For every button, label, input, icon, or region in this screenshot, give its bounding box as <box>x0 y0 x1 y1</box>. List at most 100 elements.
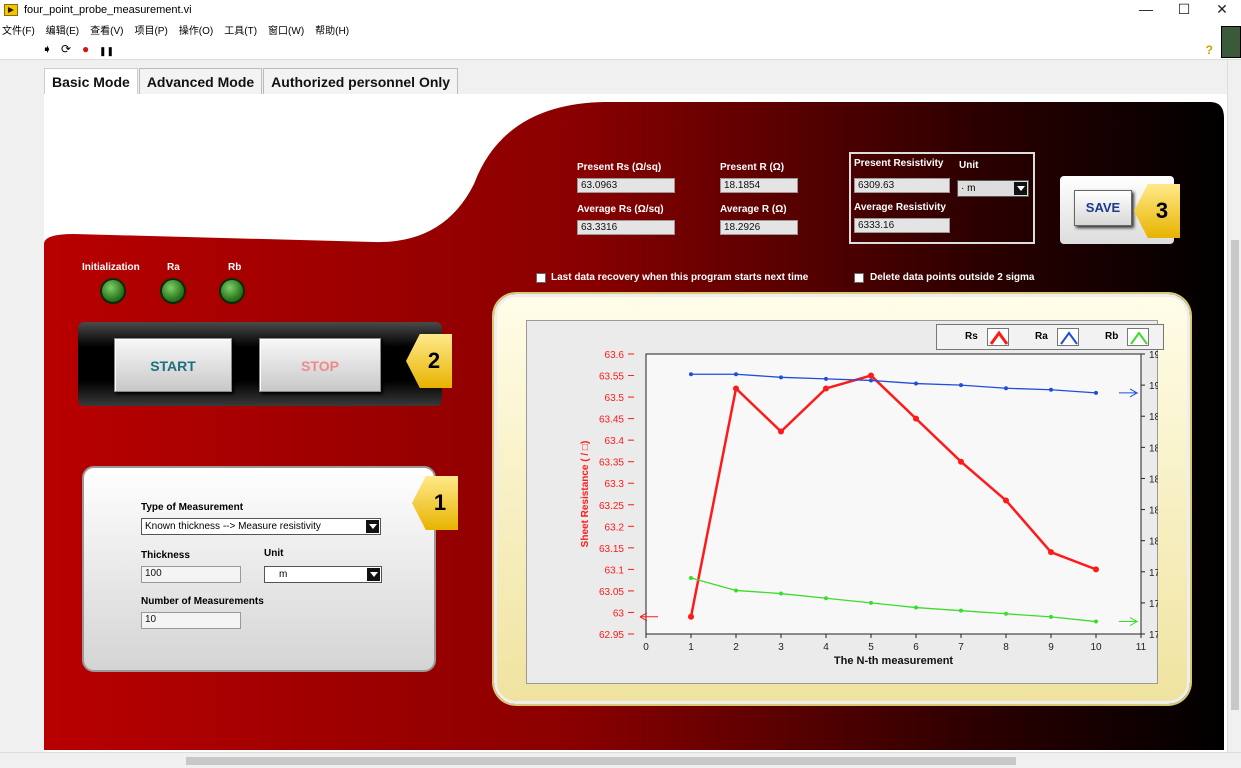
x-tick-label: 9 <box>1048 642 1054 653</box>
menu-help[interactable]: 帮助(H) <box>315 22 349 37</box>
thickness-label: Thickness <box>141 550 190 561</box>
chevron-down-icon <box>366 520 379 533</box>
x-tick-label: 0 <box>643 642 649 653</box>
labview-vi-icon <box>4 4 18 16</box>
point-rs <box>958 458 964 465</box>
point-rs <box>823 385 829 392</box>
x-tick-label: 11 <box>1136 642 1147 653</box>
y-left-tick-label: 63.4 <box>605 436 625 447</box>
point-ra <box>914 381 918 386</box>
point-rs <box>778 428 784 435</box>
menu-edit[interactable]: 编辑(E) <box>46 22 79 37</box>
menu-window[interactable]: 窗口(W) <box>268 22 304 37</box>
thickness-unit-select[interactable]: m <box>264 566 382 583</box>
pause-icon[interactable]: ❚❚ <box>99 44 114 58</box>
point-rb <box>914 605 918 610</box>
point-rb <box>869 600 873 605</box>
menu-operate[interactable]: 操作(O) <box>179 22 213 37</box>
resistivity-unit-select[interactable]: · m <box>957 180 1029 197</box>
point-rs <box>1093 566 1099 573</box>
menu-file[interactable]: 文件(F) <box>2 22 35 37</box>
run-arrow-icon[interactable]: ➧ <box>42 42 52 56</box>
x-tick-label: 8 <box>1003 642 1009 653</box>
average-r-value: 18.2926 <box>720 220 798 235</box>
resistance-chart[interactable]: 0 1 2 3 4 5 6 7 8 9 10 11 63.6 63.55 63.5 63.45 63.4 63.3… <box>526 344 1158 684</box>
legend-ra-label: Ra <box>1035 331 1048 342</box>
thickness-input[interactable]: 100 <box>141 566 241 583</box>
point-rb <box>734 588 738 593</box>
measurement-settings-panel: Type of Measurement Known thickness --> … <box>82 466 436 672</box>
point-ra <box>1004 386 1008 391</box>
point-ra <box>959 383 963 388</box>
x-tick-label: 7 <box>958 642 964 653</box>
menu-tools[interactable]: 工具(T) <box>224 22 257 37</box>
start-button[interactable]: START <box>114 338 232 392</box>
thickness-unit-label: Unit <box>264 548 284 559</box>
y-right-tick-label: 19 <box>1149 381 1158 392</box>
delete-outliers-checkbox[interactable] <box>854 273 864 283</box>
point-rb <box>1094 619 1098 624</box>
present-resistivity-label: Present Resistivity <box>854 158 944 169</box>
tab-advanced-mode[interactable]: Advanced Mode <box>138 68 263 94</box>
y-right-tick-label: 18.2 <box>1149 506 1158 517</box>
type-of-measurement-value: Known thickness --> Measure resistivity <box>145 521 321 532</box>
present-r-value: 18.1854 <box>720 178 798 193</box>
chevron-down-icon <box>367 568 380 581</box>
type-of-measurement-label: Type of Measurement <box>141 502 244 513</box>
y-right-tick-label: 19.2 <box>1149 350 1158 361</box>
tab-basic-mode[interactable]: Basic Mode <box>44 68 138 96</box>
save-button[interactable]: SAVE <box>1074 190 1132 226</box>
y-right-tick-label: 17.4 <box>1149 630 1158 641</box>
point-rs <box>1048 549 1054 556</box>
point-ra <box>689 372 693 377</box>
y-left-tick-label: 63.35 <box>599 458 624 469</box>
horizontal-scroll-thumb[interactable] <box>186 757 1016 765</box>
menu-view[interactable]: 查看(V) <box>90 22 123 37</box>
resistivity-unit-value: · m <box>961 183 976 194</box>
average-rs-value: 63.3316 <box>577 220 675 235</box>
maximize-button[interactable]: ☐ <box>1165 0 1203 20</box>
run-continuously-icon[interactable]: ⟳ <box>61 42 71 56</box>
y-left-tick-label: 63.15 <box>599 544 624 555</box>
point-rb <box>1004 611 1008 616</box>
y-right-tick-label: 18 <box>1149 537 1158 548</box>
point-rb <box>824 596 828 601</box>
chevron-down-icon <box>1014 182 1027 195</box>
y-left-tick-label: 63.5 <box>605 393 625 404</box>
point-rb <box>959 608 963 613</box>
vertical-scrollbar[interactable] <box>1227 60 1241 752</box>
unit-label: Unit <box>959 160 979 171</box>
number-of-measurements-label: Number of Measurements <box>141 596 264 607</box>
rb-led <box>219 278 245 304</box>
average-resistivity-label: Average Resistivity <box>854 202 946 213</box>
abort-icon[interactable]: ● <box>82 42 89 56</box>
resistivity-box: Present Resistivity Unit 6309.63 · m Ave… <box>849 152 1035 244</box>
vertical-scroll-thumb[interactable] <box>1231 240 1239 710</box>
help-icon[interactable]: ? <box>1206 43 1213 57</box>
point-ra <box>824 376 828 381</box>
stop-button[interactable]: STOP <box>259 338 381 392</box>
x-tick-label: 2 <box>733 642 739 653</box>
average-rs-label: Average Rs (Ω/sq) <box>577 204 664 215</box>
close-button[interactable]: ✕ <box>1203 0 1241 20</box>
tab-authorized-only[interactable]: Authorized personnel Only <box>263 68 459 94</box>
menu-project[interactable]: 项目(P) <box>134 22 167 37</box>
x-tick-label: 5 <box>868 642 874 653</box>
point-ra <box>734 372 738 377</box>
legend-rs-label: Rs <box>965 331 978 342</box>
number-of-measurements-input[interactable]: 10 <box>141 612 241 629</box>
x-tick-label: 10 <box>1090 642 1102 653</box>
point-rb <box>689 576 693 580</box>
present-rs-value: 63.0963 <box>577 178 675 193</box>
type-of-measurement-select[interactable]: Known thickness --> Measure resistivity <box>141 518 381 535</box>
x-axis-label: The N-th measurement <box>834 655 954 667</box>
y-right-tick-label: 18.4 <box>1149 474 1158 485</box>
minimize-button[interactable]: — <box>1127 0 1165 20</box>
y-right-tick-label: 18.6 <box>1149 443 1158 454</box>
last-data-recovery-checkbox[interactable] <box>536 273 546 283</box>
y-left-tick-label: 63.6 <box>605 350 625 361</box>
y-left-tick-label: 63 <box>613 608 625 619</box>
average-resistivity-value: 6333.16 <box>854 218 950 233</box>
y-right-tick-label: 17.8 <box>1149 568 1158 579</box>
horizontal-scrollbar[interactable] <box>0 752 1241 768</box>
